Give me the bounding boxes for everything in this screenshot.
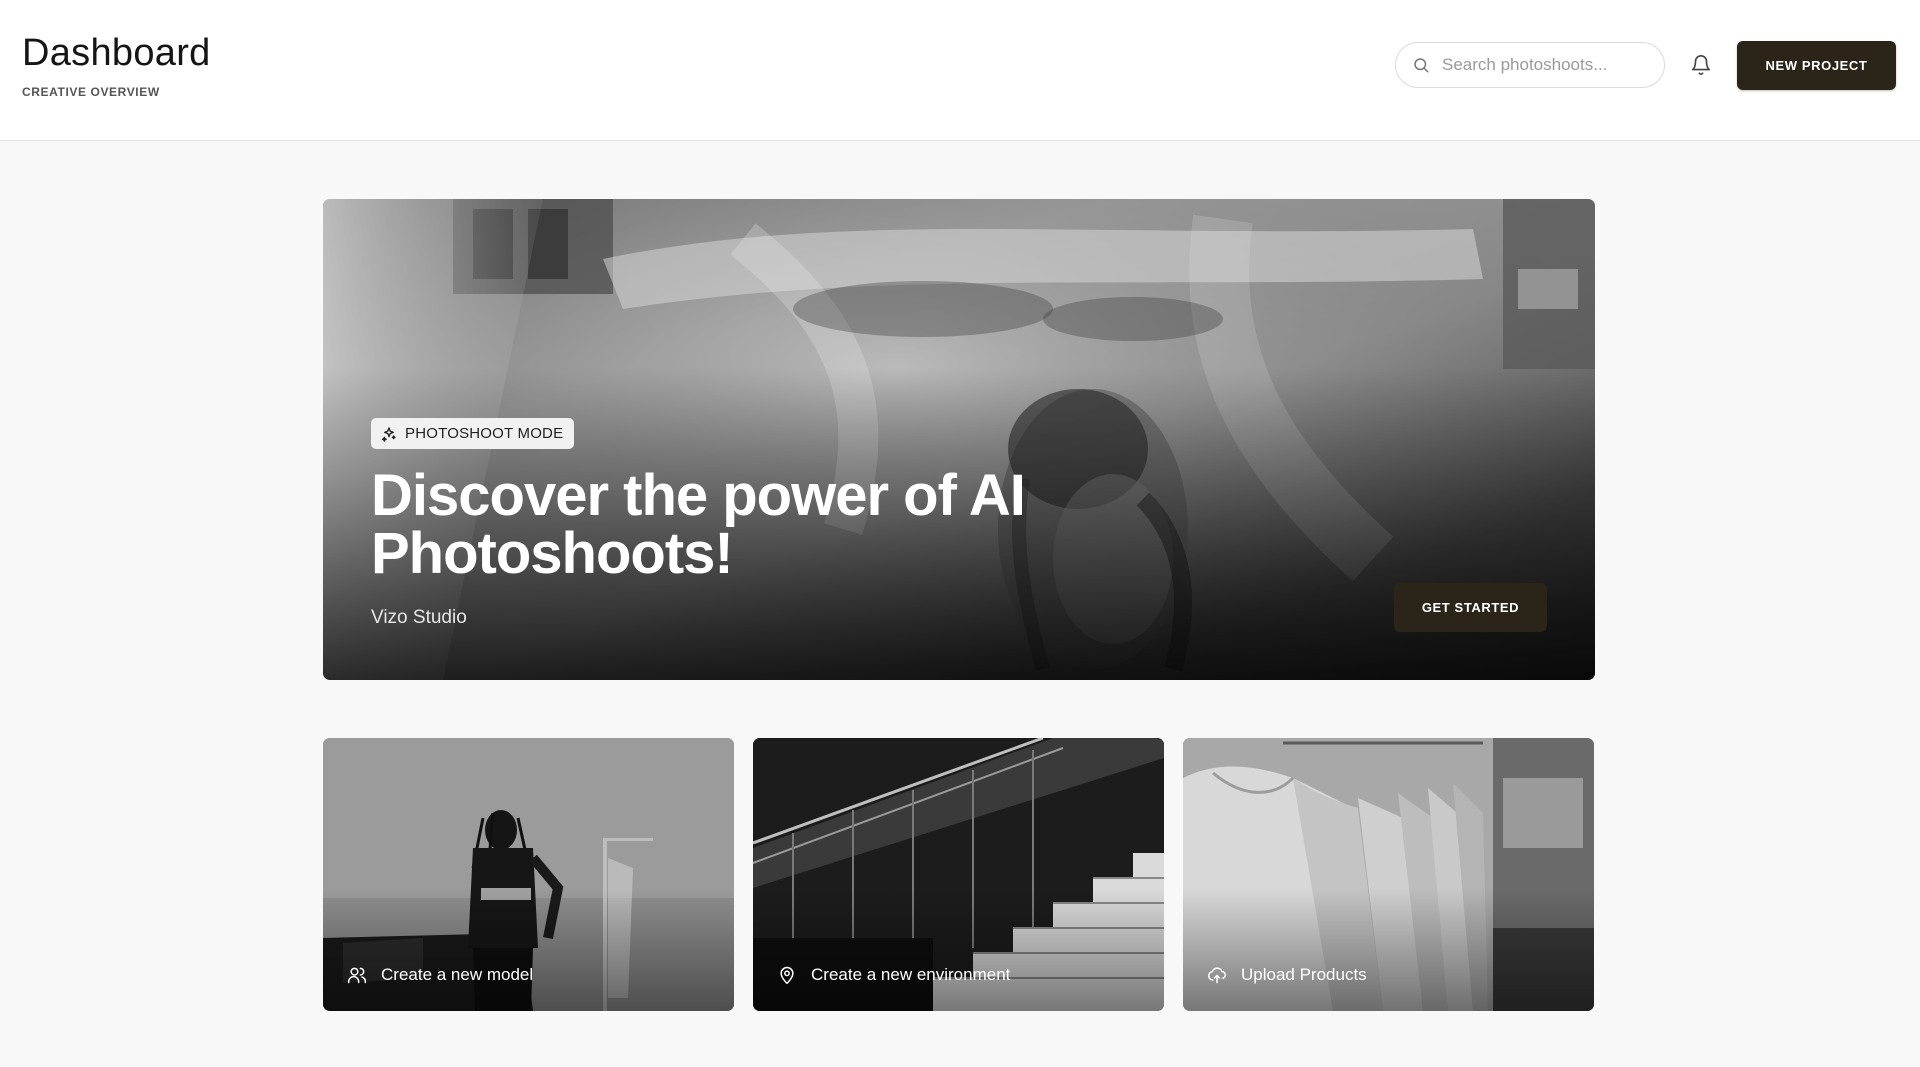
page-title: Dashboard	[22, 32, 211, 74]
search-icon	[1414, 58, 1429, 73]
search-box[interactable]	[1395, 42, 1665, 88]
upload-products-label: Upload Products	[1207, 965, 1367, 985]
card-label-text: Create a new environment	[811, 965, 1011, 984]
notifications-button[interactable]	[1688, 50, 1714, 80]
create-environment-card[interactable]: Create a new environment	[753, 738, 1164, 1011]
photoshoot-mode-badge: PHOTOSHOOT MODE	[371, 418, 575, 449]
get-started-button[interactable]: GET STARTED	[1394, 583, 1547, 632]
bell-icon	[1691, 55, 1711, 75]
badge-label: PHOTOSHOOT MODE	[405, 425, 564, 442]
upload-products-card[interactable]: Upload Products	[1183, 738, 1594, 1011]
page-subtitle: CREATIVE OVERVIEW	[22, 85, 160, 99]
create-model-card[interactable]: Create a new model	[323, 738, 734, 1011]
card-label-text: Create a new model	[381, 965, 534, 984]
create-model-label: Create a new model	[347, 965, 533, 985]
users-icon	[347, 967, 367, 984]
top-header: Dashboard CREATIVE OVERVIEW NEW PROJECT	[0, 0, 1920, 141]
hero-banner: PHOTOSHOOT MODE Discover the power of AI…	[323, 199, 1595, 680]
hero-brand: Vizo Studio	[371, 607, 467, 628]
create-environment-label: Create a new environment	[777, 965, 1010, 985]
card-label-text: Upload Products	[1241, 965, 1367, 984]
hero-title: Discover the power of AI Photoshoots!	[371, 463, 1026, 586]
new-project-button[interactable]: NEW PROJECT	[1737, 41, 1896, 90]
map-pin-icon	[780, 966, 794, 985]
sparkles-icon	[381, 426, 396, 442]
search-input[interactable]	[1442, 55, 1642, 75]
cloud-upload-icon	[1207, 967, 1227, 984]
